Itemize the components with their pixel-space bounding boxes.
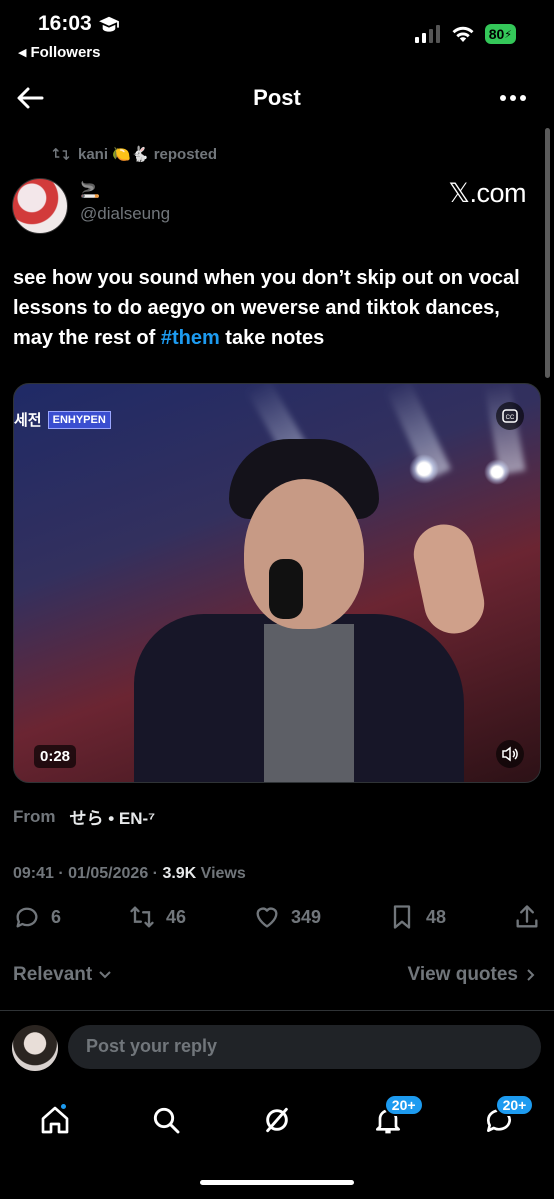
page-title: Post: [253, 85, 301, 110]
view-quotes-label: View quotes: [407, 964, 518, 985]
repost-button[interactable]: 46: [128, 903, 186, 931]
back-to-app[interactable]: ◀ Followers: [18, 44, 100, 61]
reply-icon: [16, 907, 38, 928]
tab-messages[interactable]: 20+: [479, 1094, 535, 1140]
charging-bolt-icon: ⚡: [504, 28, 512, 41]
repost-count: 46: [165, 906, 187, 927]
post-text: see how you sound when you don’t skip ou…: [13, 263, 533, 353]
back-app-label: Followers: [30, 44, 101, 61]
x-com-link-badge[interactable]: 𝕏.com: [448, 178, 526, 209]
bookmark-button[interactable]: 48: [388, 903, 446, 931]
reply-input[interactable]: Post your reply: [68, 1025, 541, 1069]
grok-icon: [266, 1107, 288, 1133]
more-options-icon[interactable]: [498, 84, 528, 112]
captions-icon[interactable]: CC: [496, 402, 524, 430]
reply-button[interactable]: 6: [13, 903, 61, 931]
from-label: From: [13, 806, 56, 826]
microphone: [269, 559, 303, 619]
author-name[interactable]: 🚬: [80, 180, 100, 200]
battery-indicator: 80 ⚡: [484, 24, 516, 44]
like-count: 349: [290, 906, 322, 927]
video-player[interactable]: 세전 ENHYPEN CC 0:28: [13, 383, 541, 783]
post-meta: 09:41 · 01/05/2026 · 3.9K Views: [13, 865, 246, 883]
stage-light: [409, 454, 439, 484]
messages-badge: 20+: [494, 1094, 535, 1116]
svg-text:CC: CC: [506, 415, 515, 421]
share-button[interactable]: [513, 903, 541, 931]
heart-icon: [256, 907, 278, 928]
hashtag-link[interactable]: #them: [161, 327, 220, 349]
bookmark-count: 48: [426, 906, 447, 927]
volume-icon[interactable]: [496, 740, 524, 768]
time-text: 16:03: [38, 12, 92, 35]
divider: [0, 1010, 554, 1011]
status-right: 80 ⚡: [414, 24, 516, 44]
video-subject-face: [244, 479, 364, 629]
reply-sort-dropdown[interactable]: Relevant: [13, 964, 112, 986]
tab-search[interactable]: [146, 1100, 186, 1140]
reply-count: 6: [51, 906, 62, 927]
post-text-end: take notes: [219, 327, 325, 349]
post-timestamp: 09:41 · 01/05/2026 ·: [13, 865, 163, 882]
source-attribution[interactable]: From せら • EN-⁷: [13, 804, 155, 829]
share-icon: [516, 905, 538, 928]
repost-icon: [52, 148, 70, 160]
video-subject-hand: [408, 518, 490, 640]
back-triangle-icon: ◀: [18, 47, 27, 59]
repost-icon: [130, 906, 154, 928]
tab-notifications[interactable]: 20+: [368, 1094, 424, 1140]
notifications-badge: 20+: [383, 1094, 424, 1116]
video-subject-shirt: [264, 624, 354, 782]
scrollbar[interactable]: [545, 128, 550, 378]
views-label: Views: [196, 865, 246, 882]
post-actions: 6 46 349 48: [13, 903, 541, 931]
signal-icon: [414, 25, 440, 43]
user-avatar[interactable]: [12, 1025, 58, 1071]
search-icon: [154, 1107, 180, 1134]
broadcast-logo-korean: 세전: [14, 412, 42, 429]
author-handle[interactable]: @dialseung: [80, 204, 170, 224]
bottom-tab-bar: 20+ 20+: [0, 1090, 554, 1150]
wifi-icon: [452, 26, 474, 42]
bookmark-icon: [393, 905, 411, 929]
broadcast-logo: 세전 ENHYPEN: [14, 409, 111, 430]
graduation-cap-icon: [98, 16, 119, 32]
broadcast-logo-enhypen: ENHYPEN: [47, 410, 111, 429]
home-indicator: [200, 1180, 354, 1185]
video-duration: 0:28: [34, 745, 77, 768]
chevron-down-icon: [99, 971, 111, 979]
status-time: 16:03: [38, 12, 120, 36]
sort-label: Relevant: [13, 964, 93, 985]
chevron-right-icon: [527, 969, 535, 981]
stage-light: [484, 459, 510, 485]
tab-grok[interactable]: [257, 1100, 297, 1140]
view-quotes-link[interactable]: View quotes: [407, 964, 536, 986]
author-avatar[interactable]: [12, 178, 68, 234]
like-button[interactable]: 349: [253, 903, 321, 931]
views-count: 3.9K: [162, 865, 197, 882]
battery-level: 80: [488, 26, 505, 42]
source-account[interactable]: せら • EN-⁷: [70, 804, 156, 829]
repost-indicator[interactable]: kani 🍋🐇 reposted: [52, 145, 217, 163]
repost-label: kani 🍋🐇 reposted: [78, 146, 218, 163]
tab-home[interactable]: [35, 1100, 75, 1140]
